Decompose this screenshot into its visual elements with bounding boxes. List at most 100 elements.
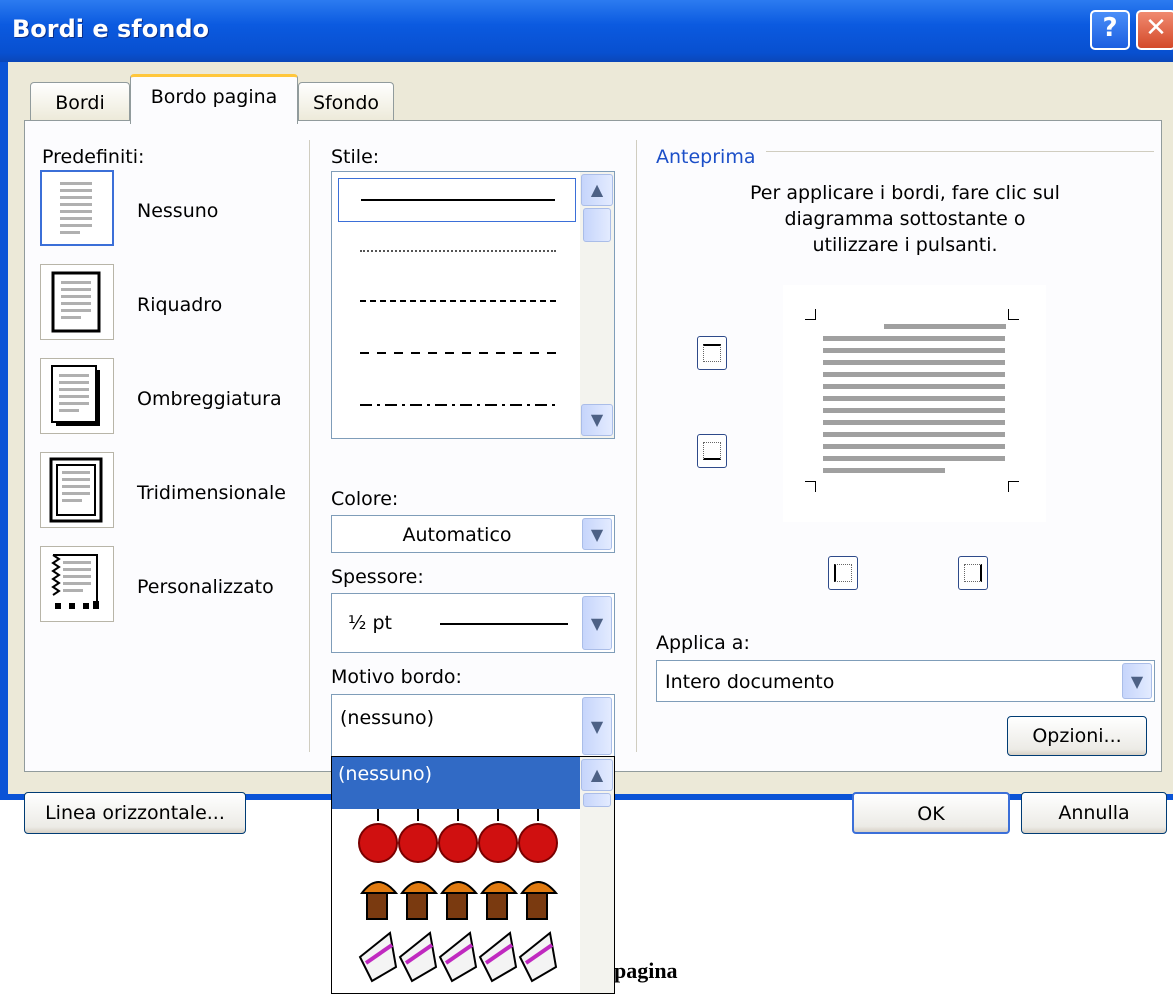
border-left-button[interactable] bbox=[828, 556, 858, 590]
apply-to-label: Applica a: bbox=[656, 632, 750, 654]
presets-label: Predefiniti: bbox=[42, 146, 145, 168]
corner-mark bbox=[805, 309, 816, 320]
bottom-border-icon bbox=[703, 442, 721, 460]
preset-none-button[interactable] bbox=[40, 170, 114, 246]
title-bar[interactable]: Bordi e sfondo ? ✕ bbox=[0, 0, 1173, 62]
preset-box-button[interactable] bbox=[40, 264, 114, 340]
color-label: Colore: bbox=[331, 488, 399, 510]
width-line-sample bbox=[440, 623, 568, 625]
tab-label: Bordo pagina bbox=[150, 86, 278, 108]
art-option-none[interactable]: (nessuno) bbox=[332, 757, 582, 809]
ok-button[interactable]: OK bbox=[852, 792, 1010, 834]
style-label: Stile: bbox=[331, 146, 380, 168]
preview-text-line bbox=[823, 432, 1005, 437]
style-option-solid[interactable] bbox=[338, 178, 576, 222]
preset-box-label: Riquadro bbox=[137, 294, 223, 316]
cupcakes-art-icon[interactable] bbox=[358, 871, 564, 925]
style-scrollbar[interactable]: ▲ ▼ bbox=[580, 172, 614, 438]
preview-instruction-3: utilizzare i pulsanti. bbox=[812, 234, 998, 256]
preview-text-line bbox=[823, 468, 945, 473]
cancel-label: Annulla bbox=[1058, 802, 1130, 824]
close-icon: ✕ bbox=[1145, 13, 1167, 43]
style-option-dash-dot[interactable] bbox=[360, 404, 556, 406]
tab-label: Sfondo bbox=[312, 92, 380, 114]
width-value: ½ pt bbox=[348, 612, 392, 634]
preview-text-line bbox=[823, 372, 1005, 377]
art-dropdown[interactable]: (nessuno) ▼ bbox=[331, 694, 615, 758]
chevron-down-icon[interactable]: ▼ bbox=[582, 697, 612, 755]
corner-mark bbox=[805, 481, 816, 492]
help-icon: ? bbox=[1102, 13, 1118, 43]
preset-shadow-button[interactable] bbox=[40, 358, 114, 434]
art-label: Motivo bordo: bbox=[331, 666, 462, 688]
corner-mark bbox=[1008, 309, 1019, 320]
width-label: Spessore: bbox=[331, 566, 424, 588]
tab-bordo-pagina[interactable]: Bordo pagina bbox=[130, 74, 298, 124]
dialog-title: Bordi e sfondo bbox=[12, 15, 209, 43]
scroll-down-icon[interactable]: ▼ bbox=[581, 404, 613, 436]
border-top-button[interactable] bbox=[697, 336, 727, 370]
preset-custom-icon bbox=[51, 554, 99, 609]
solid-line bbox=[361, 199, 555, 201]
art-list-scrollbar[interactable]: ▲ bbox=[580, 757, 614, 993]
ok-label: OK bbox=[917, 803, 945, 825]
cake-slices-art-icon[interactable] bbox=[358, 927, 564, 987]
horizontal-line-label: Linea orizzontale... bbox=[45, 802, 225, 824]
preview-text-line bbox=[823, 360, 1005, 365]
horizontal-line-button[interactable]: Linea orizzontale... bbox=[24, 792, 246, 834]
style-listbox[interactable]: ▲ ▼ bbox=[331, 171, 615, 439]
column-divider bbox=[309, 140, 310, 752]
preview-label: Anteprima bbox=[656, 146, 756, 168]
tab-label: Bordi bbox=[55, 92, 105, 114]
preset-custom-button[interactable] bbox=[40, 546, 114, 622]
chevron-down-icon[interactable]: ▼ bbox=[582, 596, 612, 650]
right-border-icon bbox=[964, 564, 982, 582]
preview-text-line bbox=[884, 324, 1006, 329]
preset-3d-icon bbox=[49, 457, 103, 523]
apply-to-value: Intero documento bbox=[665, 671, 835, 693]
scroll-thumb[interactable] bbox=[583, 793, 611, 807]
preview-instruction-2: diagramma sottostante o bbox=[784, 208, 1026, 230]
help-button[interactable]: ? bbox=[1090, 10, 1130, 50]
scroll-up-icon[interactable]: ▲ bbox=[581, 759, 613, 791]
preview-rule bbox=[766, 151, 1154, 152]
preview-instruction-1: Per applicare i bordi, fare clic sul bbox=[750, 182, 1060, 204]
chevron-down-icon[interactable]: ▼ bbox=[582, 518, 612, 550]
chevron-down-icon[interactable]: ▼ bbox=[1122, 663, 1152, 699]
preview-text-line bbox=[823, 444, 1005, 449]
border-bottom-button[interactable] bbox=[697, 434, 727, 468]
close-button[interactable]: ✕ bbox=[1136, 10, 1173, 50]
apply-to-dropdown[interactable]: Intero documento ▼ bbox=[656, 660, 1155, 702]
style-option-dotted[interactable] bbox=[360, 250, 556, 252]
scroll-thumb[interactable] bbox=[583, 208, 611, 242]
left-border-icon bbox=[834, 564, 852, 582]
cancel-button[interactable]: Annulla bbox=[1021, 792, 1167, 834]
tab-sfondo[interactable]: Sfondo bbox=[298, 82, 394, 122]
tab-bordi[interactable]: Bordi bbox=[30, 82, 130, 122]
preset-3d-button[interactable] bbox=[40, 452, 114, 528]
preset-custom-label: Personalizzato bbox=[137, 576, 274, 598]
style-option-dashed[interactable] bbox=[360, 352, 556, 354]
preview-text-line bbox=[823, 420, 1005, 425]
scroll-up-icon[interactable]: ▲ bbox=[581, 174, 613, 206]
art-option-none-label: (nessuno) bbox=[338, 763, 433, 785]
preset-shadow-icon bbox=[51, 365, 100, 426]
options-button-label: Opzioni... bbox=[1032, 725, 1122, 747]
color-dropdown[interactable]: Automatico ▼ bbox=[331, 515, 615, 553]
preview-text-line bbox=[823, 408, 1005, 413]
column-divider bbox=[636, 140, 637, 752]
preview-text-line bbox=[823, 396, 1005, 401]
options-button[interactable]: Opzioni... bbox=[1007, 716, 1147, 756]
preview-text-line bbox=[823, 336, 1005, 341]
style-option-dashed-fine[interactable] bbox=[360, 300, 556, 302]
preset-shadow-label: Ombreggiatura bbox=[137, 388, 282, 410]
preview-diagram[interactable] bbox=[783, 285, 1046, 522]
art-dropdown-list[interactable]: (nessuno) ▲ bbox=[331, 756, 615, 994]
preset-3d-label: Tridimensionale bbox=[137, 482, 286, 504]
border-right-button[interactable] bbox=[958, 556, 988, 590]
width-dropdown[interactable]: ½ pt ▼ bbox=[331, 593, 615, 653]
preview-text-line bbox=[823, 456, 1005, 461]
apples-art-icon[interactable] bbox=[358, 809, 564, 869]
color-value: Automatico bbox=[402, 524, 512, 546]
preset-none-label: Nessuno bbox=[137, 200, 219, 222]
